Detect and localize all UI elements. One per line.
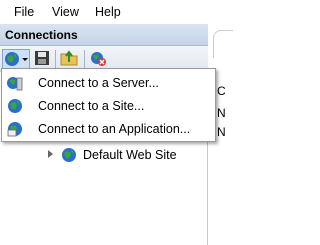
application-icon (7, 122, 22, 137)
up-button[interactable] (59, 49, 79, 69)
expand-arrow-icon[interactable] (48, 150, 53, 158)
right-pane-text-1: C (217, 84, 226, 98)
right-pane-text-2: N (217, 106, 226, 120)
menu-item-connect-server[interactable]: Connect to a Server... (2, 72, 215, 94)
menu-item-label: Connect to an Application... (38, 122, 191, 136)
tree-row-default-web-site[interactable]: Default Web Site (45, 145, 205, 165)
menu-file[interactable]: File (14, 5, 34, 19)
menu-item-connect-site[interactable]: Connect to a Site... (2, 95, 215, 117)
connect-dropdown-icon (5, 52, 28, 66)
globe-icon (62, 148, 76, 162)
right-pane-header (213, 30, 233, 58)
disconnect-button[interactable] (88, 49, 108, 69)
menu-bar: File View Help (0, 0, 233, 24)
save-icon (35, 51, 49, 65)
menu-item-label: Connect to a Server... (38, 76, 159, 90)
disconnect-icon (91, 52, 106, 66)
tree-item-label: Default Web Site (83, 148, 177, 162)
menu-view[interactable]: View (52, 5, 79, 19)
connections-title: Connections (5, 28, 78, 42)
connect-button[interactable] (2, 49, 30, 69)
connections-header: Connections (0, 24, 208, 46)
toolbar-separator (84, 50, 85, 68)
menu-help[interactable]: Help (95, 5, 121, 19)
globe-icon (8, 99, 22, 113)
right-pane-text-3: N (217, 125, 226, 139)
toolbar-separator (55, 50, 56, 68)
up-folder-icon (60, 50, 78, 66)
save-button[interactable] (33, 49, 51, 69)
menu-item-label: Connect to a Site... (38, 99, 145, 113)
connect-dropdown-menu: Connect to a Server... Connect to a Site… (1, 68, 216, 142)
server-globe-icon (7, 77, 23, 91)
menu-item-connect-application[interactable]: Connect to an Application... (2, 118, 215, 140)
